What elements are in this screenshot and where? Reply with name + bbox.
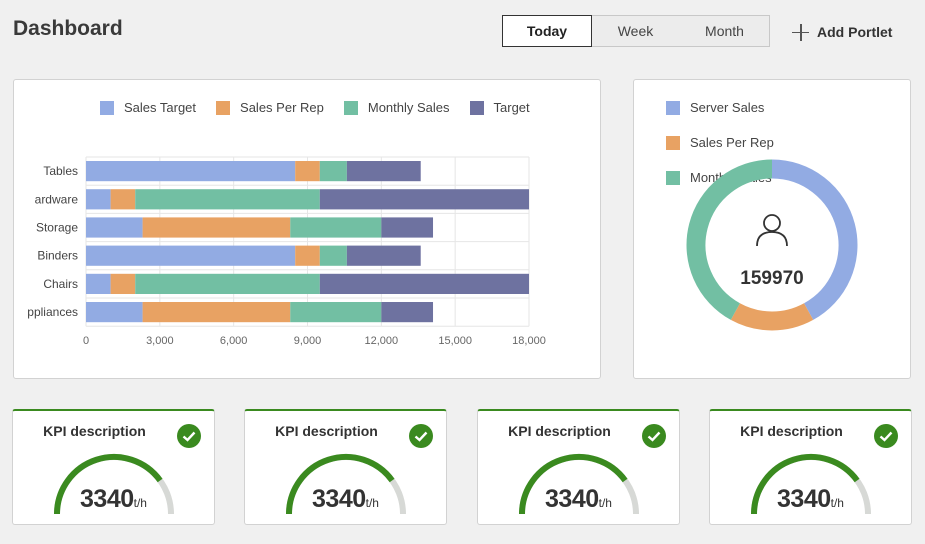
x-tick-label: 15,000 (438, 335, 472, 347)
bar-chart-portlet: Sales Target Sales Per Rep Monthly Sales… (13, 79, 601, 379)
check-icon (642, 424, 666, 448)
bar-segment (86, 245, 296, 266)
kpi-unit: t/h (133, 496, 147, 510)
kpi-title: KPI description (275, 423, 378, 439)
time-range-switch: Today Week Month (502, 15, 770, 47)
bar-segment (319, 273, 529, 294)
kpi-card: KPI description 3340t/h (12, 409, 215, 525)
kpi-unit: t/h (830, 496, 844, 510)
category-label: Chairs (43, 277, 78, 291)
kpi-value: 3340t/h (80, 485, 147, 513)
kpi-card: KPI description 3340t/h (709, 409, 912, 525)
donut-slice (730, 303, 814, 331)
donut-chart-portlet: Server Sales Sales Per Rep Monthly Sales… (633, 79, 911, 379)
tab-week[interactable]: Week (591, 16, 680, 46)
donut-center-value: 159970 (740, 268, 804, 289)
bar-segment (295, 245, 320, 266)
check-icon (409, 424, 433, 448)
category-label: ardware (35, 192, 79, 206)
category-label: Tables (43, 164, 78, 178)
category-label: Binders (37, 249, 78, 263)
x-tick-label: 12,000 (365, 335, 399, 347)
check-icon (177, 424, 201, 448)
x-tick-label: 6,000 (220, 335, 248, 347)
x-tick-label: 9,000 (294, 335, 322, 347)
page-title: Dashboard (13, 17, 123, 40)
kpi-title: KPI description (508, 423, 611, 439)
bar-segment (110, 189, 136, 210)
x-tick-label: 3,000 (146, 335, 174, 347)
bar-chart: Tables ardware Storage Binders Chairs pplianc… (27, 156, 546, 347)
kpi-unit: t/h (598, 496, 612, 510)
bar-segment (86, 189, 111, 210)
tab-month[interactable]: Month (680, 16, 769, 46)
plus-icon (792, 23, 809, 41)
kpi-value: 3340t/h (312, 485, 379, 513)
x-tick-label: 18,000 (512, 335, 546, 347)
bar-segment (346, 161, 421, 182)
add-portlet-button[interactable]: Add Portlet (792, 20, 892, 44)
x-tick-label: 0 (83, 335, 89, 347)
kpi-title: KPI description (43, 423, 146, 439)
bar-segment (381, 217, 434, 238)
bar-segment (290, 217, 382, 238)
bar-segment (135, 273, 320, 294)
user-icon (756, 214, 788, 247)
kpi-title: KPI description (740, 423, 843, 439)
bar-segment (86, 273, 111, 294)
dashboard-page: Dashboard Today Week Month Add Portlet S… (0, 0, 925, 544)
bar-segment (319, 189, 529, 210)
kpi-card: KPI description 3340t/h (477, 409, 680, 525)
category-label: Storage (36, 221, 78, 235)
kpi-value: 3340t/h (777, 485, 844, 513)
bar-segment (142, 217, 291, 238)
bar-segment (319, 161, 347, 182)
add-portlet-label: Add Portlet (817, 24, 893, 40)
bar-segment (319, 245, 347, 266)
bar-segment (295, 161, 320, 182)
bar-segment (110, 273, 136, 294)
bar-segment (381, 302, 434, 323)
bar-segment (142, 302, 291, 323)
check-icon (874, 424, 898, 448)
kpi-unit: t/h (365, 496, 379, 510)
category-label: ppliances (27, 305, 78, 319)
bar-segment (86, 217, 143, 238)
bar-segment (86, 302, 143, 323)
bar-segment (290, 302, 382, 323)
kpi-value: 3340t/h (545, 485, 612, 513)
bar-segment (346, 245, 421, 266)
kpi-card: KPI description 3340t/h (244, 409, 447, 525)
bar-segment (86, 161, 296, 182)
tab-today[interactable]: Today (502, 15, 592, 47)
bar-segment (135, 189, 320, 210)
